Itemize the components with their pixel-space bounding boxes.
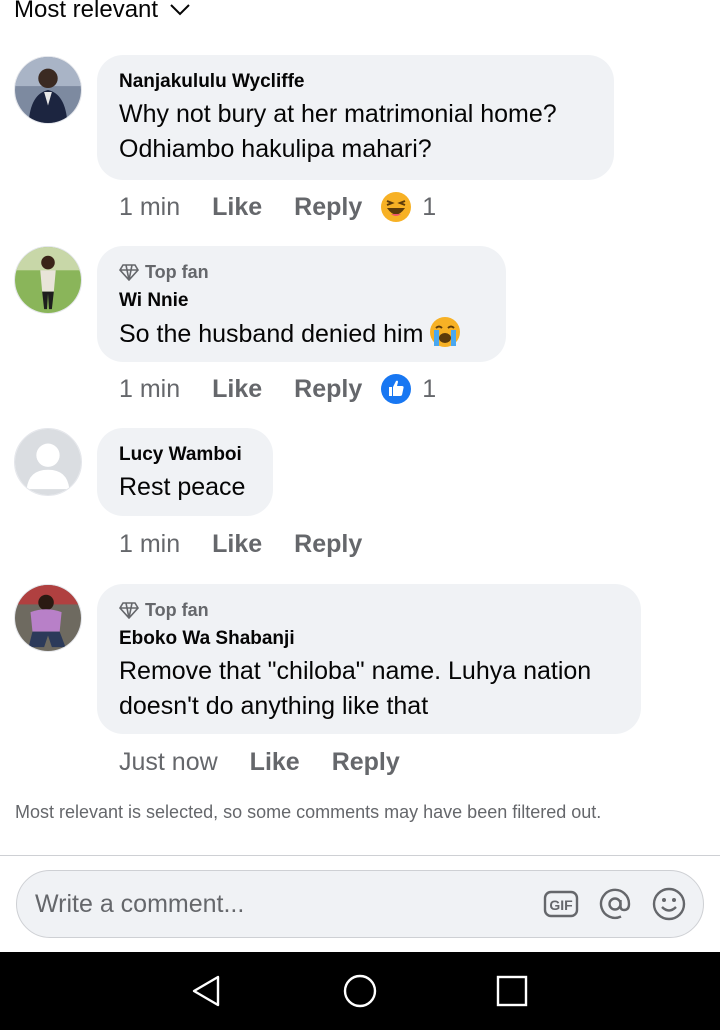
comment-bubble[interactable]: Top fan Eboko Wa Shabanji Remove that "c… <box>97 584 641 734</box>
comment-text: Rest peace <box>119 473 246 501</box>
nav-recents-button[interactable] <box>494 973 530 1009</box>
nav-home-button[interactable] <box>342 973 378 1009</box>
comment-input[interactable] <box>35 889 541 919</box>
avatar[interactable] <box>14 246 82 314</box>
comment-actions: 1 min Like Reply 1 <box>119 189 436 225</box>
nav-back-button[interactable] <box>188 973 224 1009</box>
comment-author[interactable]: Wi Nnie <box>119 288 484 314</box>
comment-actions: 1 min Like Reply 1 <box>119 371 436 407</box>
top-fan-label: Top fan <box>145 599 209 620</box>
reaction-summary[interactable]: 1 <box>380 373 436 405</box>
home-icon <box>343 974 377 1008</box>
svg-text:GIF: GIF <box>549 897 573 913</box>
comment-actions: 1 min Like Reply <box>119 526 362 562</box>
reply-button[interactable]: Reply <box>294 193 362 222</box>
like-button[interactable]: Like <box>212 530 262 559</box>
reply-button[interactable]: Reply <box>294 375 362 404</box>
emoji-button[interactable] <box>649 884 689 924</box>
recents-icon <box>496 975 528 1007</box>
like-button[interactable]: Like <box>250 748 300 777</box>
mention-button[interactable] <box>595 884 635 924</box>
sort-dropdown[interactable]: Most relevant <box>14 0 192 26</box>
diamond-icon <box>119 264 139 281</box>
at-mention-icon <box>599 888 631 920</box>
reaction-count: 1 <box>422 192 437 221</box>
divider <box>0 855 720 856</box>
laughing-emoji-icon <box>381 192 412 222</box>
comment-time[interactable]: 1 min <box>119 530 180 559</box>
like-button[interactable]: Like <box>212 193 262 222</box>
comment-bubble[interactable]: Lucy Wamboi Rest peace <box>97 428 273 516</box>
diamond-icon <box>119 602 139 619</box>
reply-button[interactable]: Reply <box>294 530 362 559</box>
gif-icon: GIF <box>543 890 579 918</box>
system-nav-bar <box>0 952 720 1030</box>
comment-bubble[interactable]: Top fan Wi Nnie So the husband denied hi… <box>97 246 506 362</box>
comment-actions: Just now Like Reply <box>119 744 400 780</box>
comment-text: So the husband denied him <box>119 320 424 348</box>
avatar[interactable] <box>14 56 82 124</box>
top-fan-label: Top fan <box>145 261 209 282</box>
emoji-icon <box>652 887 686 921</box>
reaction-count: 1 <box>422 374 437 403</box>
comment-time[interactable]: Just now <box>119 748 218 777</box>
crying-emoji-icon <box>429 316 461 348</box>
comment-text: Why not bury at her matrimonial home? Od… <box>119 100 557 163</box>
comment-composer: GIF <box>16 870 704 938</box>
top-fan-badge: Top fan <box>119 260 484 284</box>
gif-button[interactable]: GIF <box>541 884 581 924</box>
chevron-down-icon <box>168 0 192 22</box>
comment-text: Remove that "chiloba" name. Luhya nation… <box>119 657 592 720</box>
reply-button[interactable]: Reply <box>332 748 400 777</box>
back-icon <box>192 975 220 1007</box>
thumbs-up-reaction-icon <box>381 374 412 404</box>
comment-author[interactable]: Nanjakululu Wycliffe <box>119 69 592 95</box>
comment-text-line: So the husband denied him <box>119 316 484 352</box>
avatar[interactable] <box>14 584 82 652</box>
reaction-summary[interactable]: 1 <box>380 191 436 223</box>
filter-notice: Most relevant is selected, so some comme… <box>15 802 602 822</box>
comment-author[interactable]: Eboko Wa Shabanji <box>119 626 619 652</box>
comment-time[interactable]: 1 min <box>119 193 180 222</box>
avatar[interactable] <box>14 428 82 496</box>
comment-author[interactable]: Lucy Wamboi <box>119 442 251 468</box>
like-button[interactable]: Like <box>212 375 262 404</box>
top-fan-badge: Top fan <box>119 598 619 622</box>
comment-bubble[interactable]: Nanjakululu Wycliffe Why not bury at her… <box>97 55 614 180</box>
sort-label: Most relevant <box>14 0 159 23</box>
comment-time[interactable]: 1 min <box>119 375 180 404</box>
